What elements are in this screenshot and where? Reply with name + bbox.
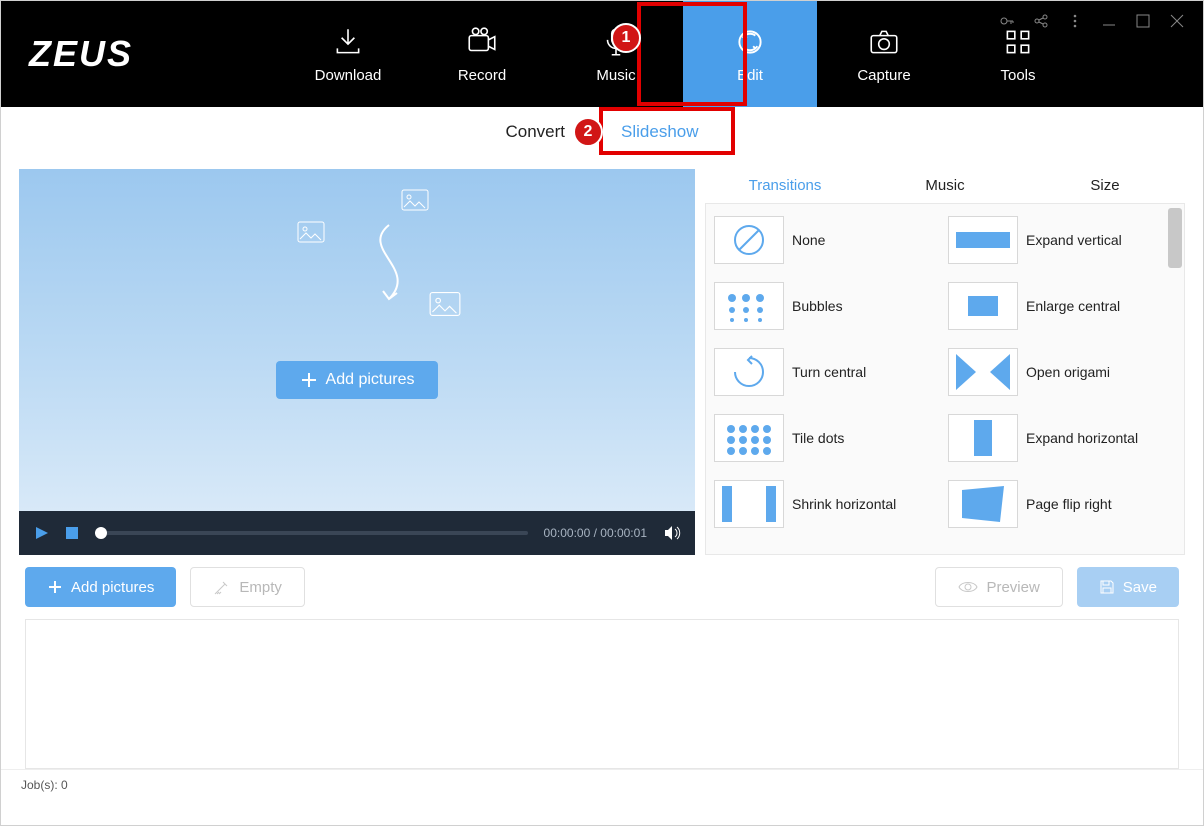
edit-icon [733, 25, 767, 59]
save-icon [1099, 579, 1115, 595]
save-button[interactable]: Save [1077, 567, 1179, 607]
transition-turn-central[interactable]: Turn central [714, 348, 942, 396]
tools-icon [1001, 25, 1035, 59]
topbar: ZEUS Download Record Music Edit Capture [1, 1, 1203, 107]
transitions-grid[interactable]: None Expand vertical Bubbles Enlarge cen [705, 203, 1185, 555]
turn-central-icon [722, 354, 776, 390]
menu-dots-icon[interactable] [1067, 13, 1083, 29]
tile-dots-icon [722, 420, 776, 456]
empty-button[interactable]: Empty [190, 567, 305, 607]
add-pictures-center-button[interactable]: Add pictures [276, 361, 439, 399]
player-bar: 00:00:00 / 00:00:01 [19, 511, 695, 555]
nav-edit-label: Edit [737, 67, 763, 84]
subtab-slideshow[interactable]: Slideshow [621, 122, 699, 142]
jobs-label: Job(s): [21, 778, 58, 792]
nav-edit[interactable]: Edit [683, 1, 817, 107]
minimize-icon[interactable] [1101, 13, 1117, 29]
seek-bar[interactable] [95, 531, 528, 535]
nav-record-label: Record [458, 67, 506, 84]
transition-bubbles[interactable]: Bubbles [714, 282, 942, 330]
enlarge-central-icon [956, 288, 1010, 324]
transition-open-origami[interactable]: Open origami [948, 348, 1176, 396]
buttons-row: Add pictures Empty Preview Save [1, 555, 1203, 619]
transition-page-flip-right[interactable]: Page flip right [948, 480, 1176, 528]
picture-icon [429, 291, 461, 317]
nav-music[interactable]: Music [549, 1, 683, 107]
main-row: Add pictures 00:00:00 / 00:00:01 Transit… [1, 157, 1203, 555]
music-icon [599, 25, 633, 59]
status-bar: Job(s): 0 [1, 769, 1203, 799]
transition-tile-dots[interactable]: Tile dots [714, 414, 942, 462]
add-pictures-button[interactable]: Add pictures [25, 567, 176, 607]
play-icon[interactable] [33, 525, 49, 541]
nav-download[interactable]: Download [281, 1, 415, 107]
jobs-count: 0 [61, 778, 68, 792]
eye-icon [958, 580, 978, 594]
nav-capture[interactable]: Capture [817, 1, 951, 107]
none-icon [722, 222, 776, 258]
side-tab-transitions[interactable]: Transitions [705, 169, 865, 203]
subtabs: Convert Slideshow [1, 107, 1203, 157]
seek-thumb[interactable] [95, 527, 107, 539]
close-icon[interactable] [1169, 13, 1185, 29]
plus-icon [300, 371, 318, 389]
picture-icon [401, 189, 429, 211]
curve-arrow-icon [349, 219, 429, 319]
side-tab-size[interactable]: Size [1025, 169, 1185, 203]
download-icon [331, 25, 365, 59]
side-tab-music[interactable]: Music [865, 169, 1025, 203]
broom-icon [213, 578, 231, 596]
record-icon [465, 25, 499, 59]
preview-column: Add pictures 00:00:00 / 00:00:01 [19, 169, 695, 555]
transition-expand-vertical[interactable]: Expand vertical [948, 216, 1176, 264]
capture-icon [867, 25, 901, 59]
share-icon[interactable] [1033, 13, 1049, 29]
transition-shrink-horizontal[interactable]: Shrink horizontal [714, 480, 942, 528]
picture-icon [297, 221, 325, 243]
plus-icon [47, 579, 63, 595]
scrollbar[interactable] [1168, 208, 1182, 268]
add-pictures-center-label: Add pictures [326, 371, 415, 389]
stop-icon[interactable] [65, 526, 79, 540]
volume-icon[interactable] [663, 524, 681, 542]
transition-expand-horizontal[interactable]: Expand horizontal [948, 414, 1176, 462]
preview-canvas: Add pictures [19, 169, 695, 511]
nav-download-label: Download [315, 67, 382, 84]
open-origami-icon [956, 354, 1010, 390]
logo: ZEUS [1, 33, 281, 75]
side-column: Transitions Music Size None Expand verti… [705, 169, 1185, 555]
nav-tools-label: Tools [1000, 67, 1035, 84]
page-flip-right-icon [956, 486, 1010, 522]
shrink-horizontal-icon [722, 486, 776, 522]
window-controls [999, 13, 1185, 29]
side-tabs: Transitions Music Size [705, 169, 1185, 203]
transition-enlarge-central[interactable]: Enlarge central [948, 282, 1176, 330]
expand-vertical-icon [956, 222, 1010, 258]
subtab-convert[interactable]: Convert [505, 122, 565, 142]
bubbles-icon [722, 288, 776, 324]
preview-button[interactable]: Preview [935, 567, 1062, 607]
nav-music-label: Music [596, 67, 635, 84]
app-window: ZEUS Download Record Music Edit Capture [0, 0, 1204, 826]
transition-none[interactable]: None [714, 216, 942, 264]
expand-horizontal-icon [956, 420, 1010, 456]
nav-capture-label: Capture [857, 67, 910, 84]
nav-record[interactable]: Record [415, 1, 549, 107]
top-nav: Download Record Music Edit Capture Tools [281, 1, 1085, 107]
timecode: 00:00:00 / 00:00:01 [544, 526, 647, 540]
maximize-icon[interactable] [1135, 13, 1151, 29]
jobs-list [25, 619, 1179, 769]
key-icon[interactable] [999, 13, 1015, 29]
